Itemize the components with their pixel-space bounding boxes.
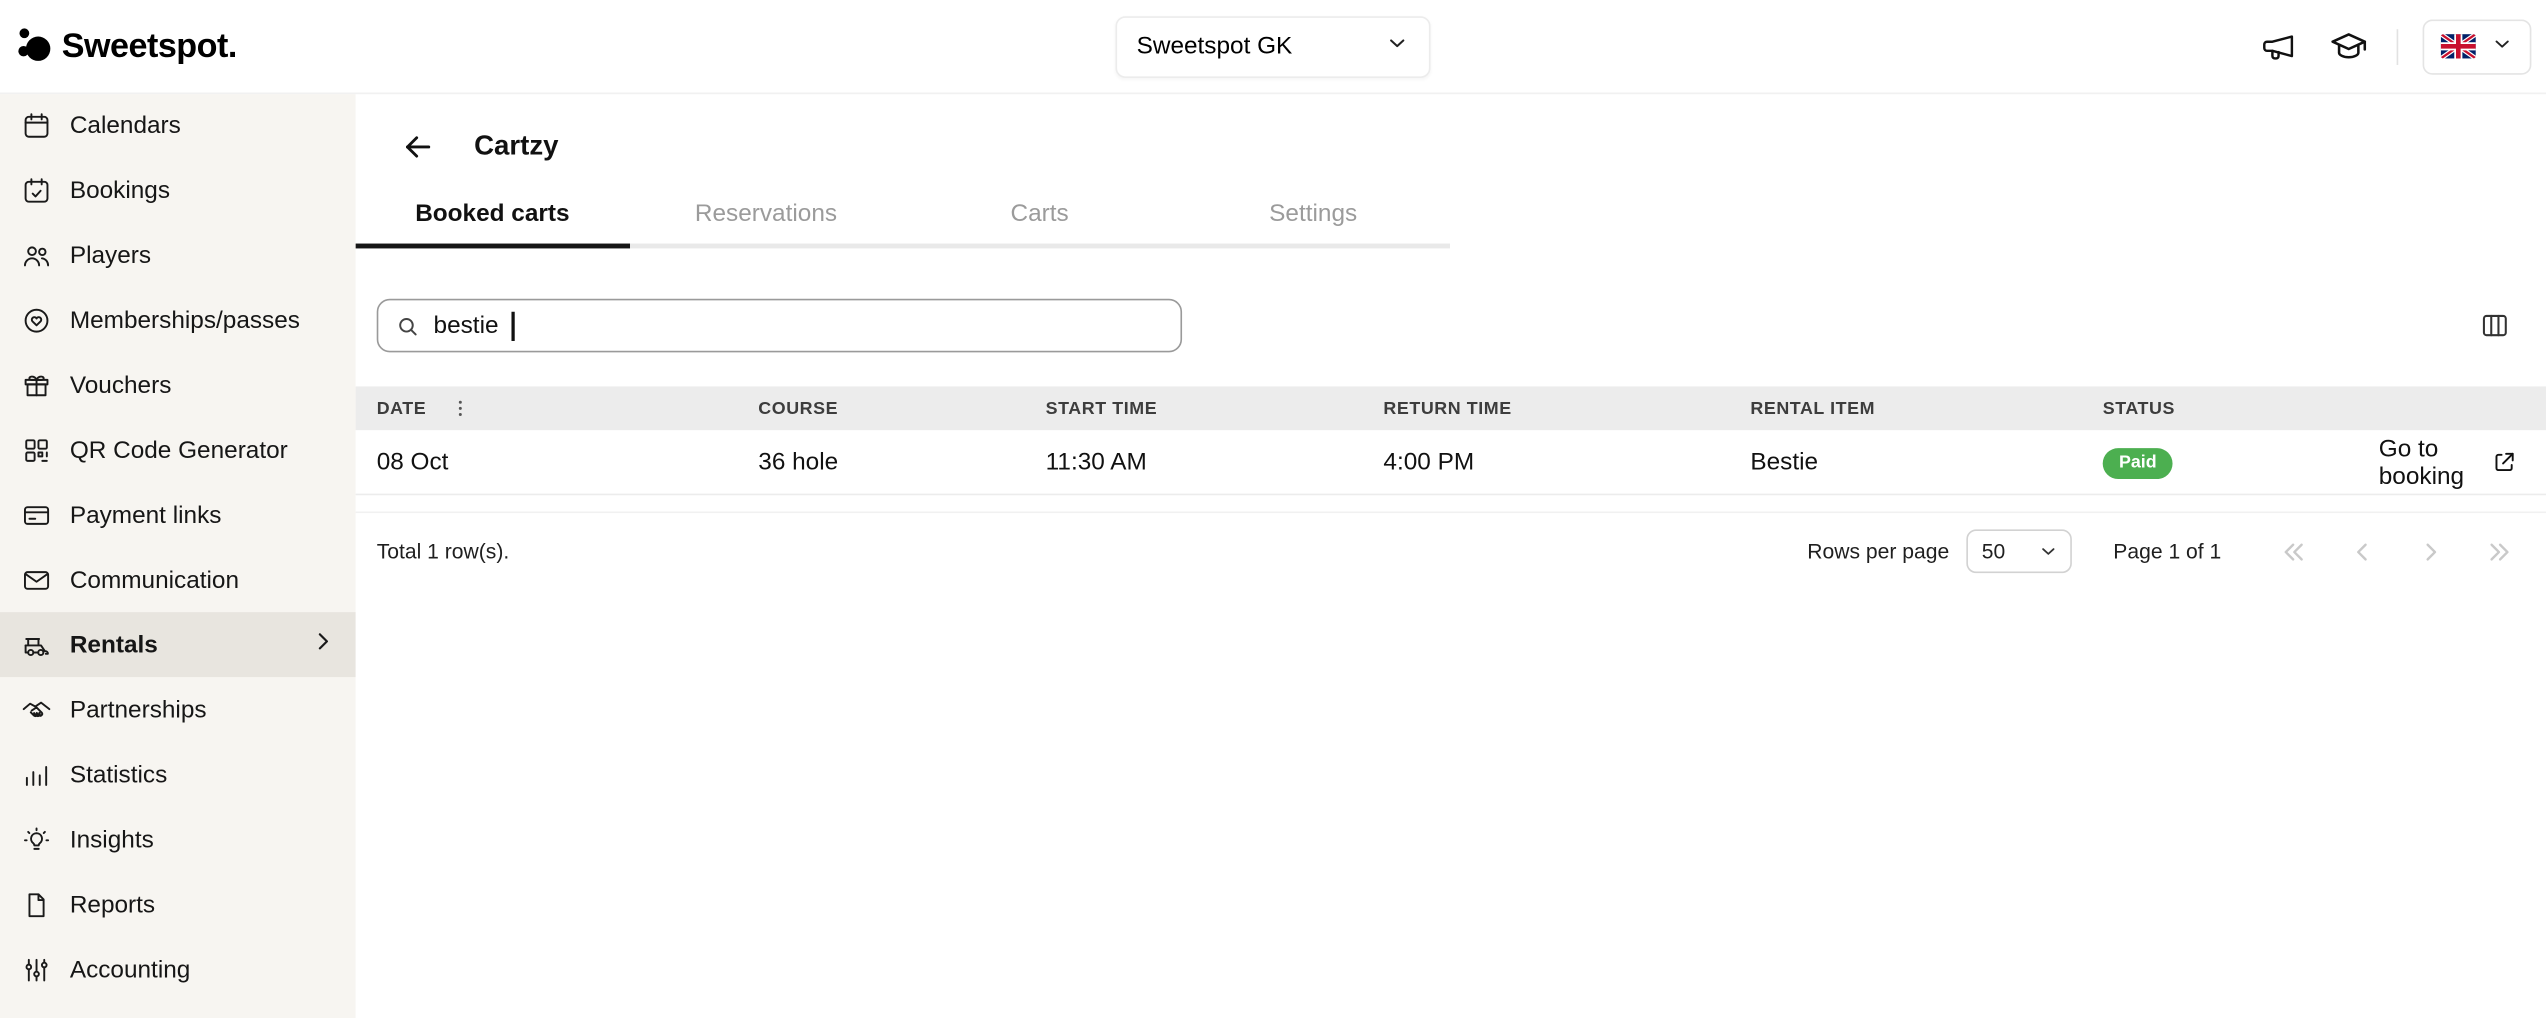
- cell-course: 36 hole: [758, 448, 1045, 476]
- sweetspot-logo-icon: [16, 22, 53, 71]
- last-page-button[interactable]: [2484, 537, 2513, 566]
- lightbulb-icon: [21, 824, 52, 855]
- sidebar-item-reports[interactable]: Reports: [0, 872, 356, 937]
- sidebar-item-players[interactable]: Players: [0, 222, 356, 287]
- megaphone-icon: [2259, 27, 2298, 66]
- sidebar-item-partnerships[interactable]: Partnerships: [0, 677, 356, 742]
- col-header-start-time: START TIME: [1046, 399, 1384, 418]
- col-header-return-time: RETURN TIME: [1383, 399, 1750, 418]
- table-row: 08 Oct 36 hole 11:30 AM 4:00 PM Bestie P…: [356, 430, 2546, 495]
- sidebar-item-calendars[interactable]: Calendars: [0, 93, 356, 158]
- sidebar-item-bookings[interactable]: Bookings: [0, 158, 356, 223]
- sidebar-item-insights[interactable]: Insights: [0, 807, 356, 872]
- table-header: DATE COURSE START TIME RETURN TIME RENTA…: [356, 386, 2546, 430]
- search-input[interactable]: bestie: [377, 299, 1182, 353]
- app-root: Sweetspot. Sweetspot GK: [0, 0, 2546, 1018]
- graduation-cap-icon: [2328, 26, 2369, 67]
- table-footer: Total 1 row(s). Rows per page 50 Page 1 …: [356, 529, 2546, 573]
- payment-card-icon: [21, 499, 52, 530]
- col-header-rental-item: RENTAL ITEM: [1750, 399, 2102, 418]
- text-cursor: [512, 311, 514, 340]
- rows-per-page-select[interactable]: 50: [1966, 529, 2072, 573]
- golf-cart-icon: [21, 629, 52, 660]
- booked-carts-table: DATE COURSE START TIME RETURN TIME RENTA…: [356, 386, 2546, 513]
- topbar-actions: [2255, 19, 2531, 74]
- qr-code-icon: [21, 434, 52, 465]
- go-to-booking-link[interactable]: Go to booking: [2379, 434, 2517, 489]
- sidebar: Calendars Bookings Players Memberships/p…: [0, 93, 356, 1018]
- prev-page-button[interactable]: [2348, 537, 2377, 566]
- next-page-button[interactable]: [2416, 537, 2445, 566]
- page-info: Page 1 of 1: [2113, 539, 2221, 563]
- chevron-down-icon: [2037, 541, 2058, 562]
- sidebar-item-rentals[interactable]: Rentals: [0, 612, 356, 677]
- topbar: Sweetspot. Sweetspot GK: [0, 0, 2546, 94]
- main-content: Cartzy Booked carts Reservations Carts S…: [356, 93, 2546, 1018]
- pagination-controls: Rows per page 50 Page 1 of 1: [1807, 529, 2513, 573]
- cell-rental-item: Bestie: [1750, 448, 2102, 476]
- sidebar-item-payment-links[interactable]: Payment links: [0, 482, 356, 547]
- sidebar-item-memberships[interactable]: Memberships/passes: [0, 287, 356, 352]
- sidebar-item-qr-code-generator[interactable]: QR Code Generator: [0, 417, 356, 482]
- rows-per-page-label: Rows per page: [1807, 539, 1949, 563]
- sliders-icon: [21, 954, 52, 985]
- org-selector-value: Sweetspot GK: [1137, 32, 1293, 60]
- announcements-button[interactable]: [2255, 24, 2300, 69]
- status-badge: Paid: [2103, 447, 2173, 478]
- players-icon: [21, 239, 52, 270]
- sidebar-item-communication[interactable]: Communication: [0, 547, 356, 612]
- chevron-down-icon: [2491, 32, 2514, 60]
- cell-date: 08 Oct: [356, 448, 759, 476]
- cell-return-time: 4:00 PM: [1383, 448, 1750, 476]
- toolbar: bestie: [356, 299, 2546, 353]
- col-header-status: STATUS: [2103, 399, 2379, 418]
- column-menu-icon[interactable]: [449, 398, 470, 419]
- pager: [2280, 537, 2514, 566]
- envelope-icon: [21, 564, 52, 595]
- language-selector[interactable]: [2423, 19, 2532, 74]
- chevron-down-icon: [1385, 31, 1409, 62]
- col-header-course: COURSE: [758, 399, 1045, 418]
- tab-settings[interactable]: Settings: [1176, 193, 1450, 243]
- sweetspot-logo[interactable]: Sweetspot.: [16, 22, 237, 71]
- back-button[interactable]: [401, 129, 435, 163]
- table-bottom-divider: [356, 495, 2546, 513]
- tab-reservations[interactable]: Reservations: [629, 193, 903, 243]
- view-columns-button[interactable]: [2479, 310, 2510, 341]
- tab-booked-carts[interactable]: Booked carts: [356, 193, 630, 248]
- report-document-icon: [21, 889, 52, 920]
- external-link-icon: [2492, 450, 2516, 474]
- cell-start-time: 11:30 AM: [1046, 448, 1384, 476]
- topbar-divider: [2397, 28, 2399, 64]
- tab-bar: Booked carts Reservations Carts Settings: [356, 193, 1450, 248]
- sidebar-item-statistics[interactable]: Statistics: [0, 742, 356, 807]
- arrow-left-icon: [401, 129, 435, 163]
- tab-carts[interactable]: Carts: [903, 193, 1177, 243]
- booking-calendar-icon: [21, 175, 52, 206]
- calendar-icon: [21, 110, 52, 141]
- chevron-right-icon: [310, 628, 336, 660]
- page-title: Cartzy: [474, 130, 558, 162]
- uk-flag-icon: [2440, 34, 2476, 58]
- cell-action: Go to booking: [2379, 434, 2546, 489]
- handshake-icon: [21, 694, 52, 725]
- cell-status: Paid: [2103, 446, 2379, 478]
- first-page-button[interactable]: [2280, 537, 2309, 566]
- membership-heart-icon: [21, 304, 52, 335]
- sidebar-item-accounting[interactable]: Accounting: [0, 937, 356, 1002]
- academy-button[interactable]: [2325, 23, 2372, 70]
- bar-chart-icon: [21, 759, 52, 790]
- logo-wordmark: Sweetspot.: [62, 27, 237, 66]
- columns-icon: [2479, 310, 2510, 341]
- search-value: bestie: [434, 312, 499, 340]
- gift-icon: [21, 369, 52, 400]
- col-header-date: DATE: [356, 398, 759, 419]
- search-icon: [395, 313, 421, 339]
- page-header: Cartzy: [356, 93, 2546, 168]
- total-rows-text: Total 1 row(s).: [377, 539, 510, 563]
- org-selector-dropdown[interactable]: Sweetspot GK: [1115, 15, 1430, 77]
- sidebar-item-vouchers[interactable]: Vouchers: [0, 352, 356, 417]
